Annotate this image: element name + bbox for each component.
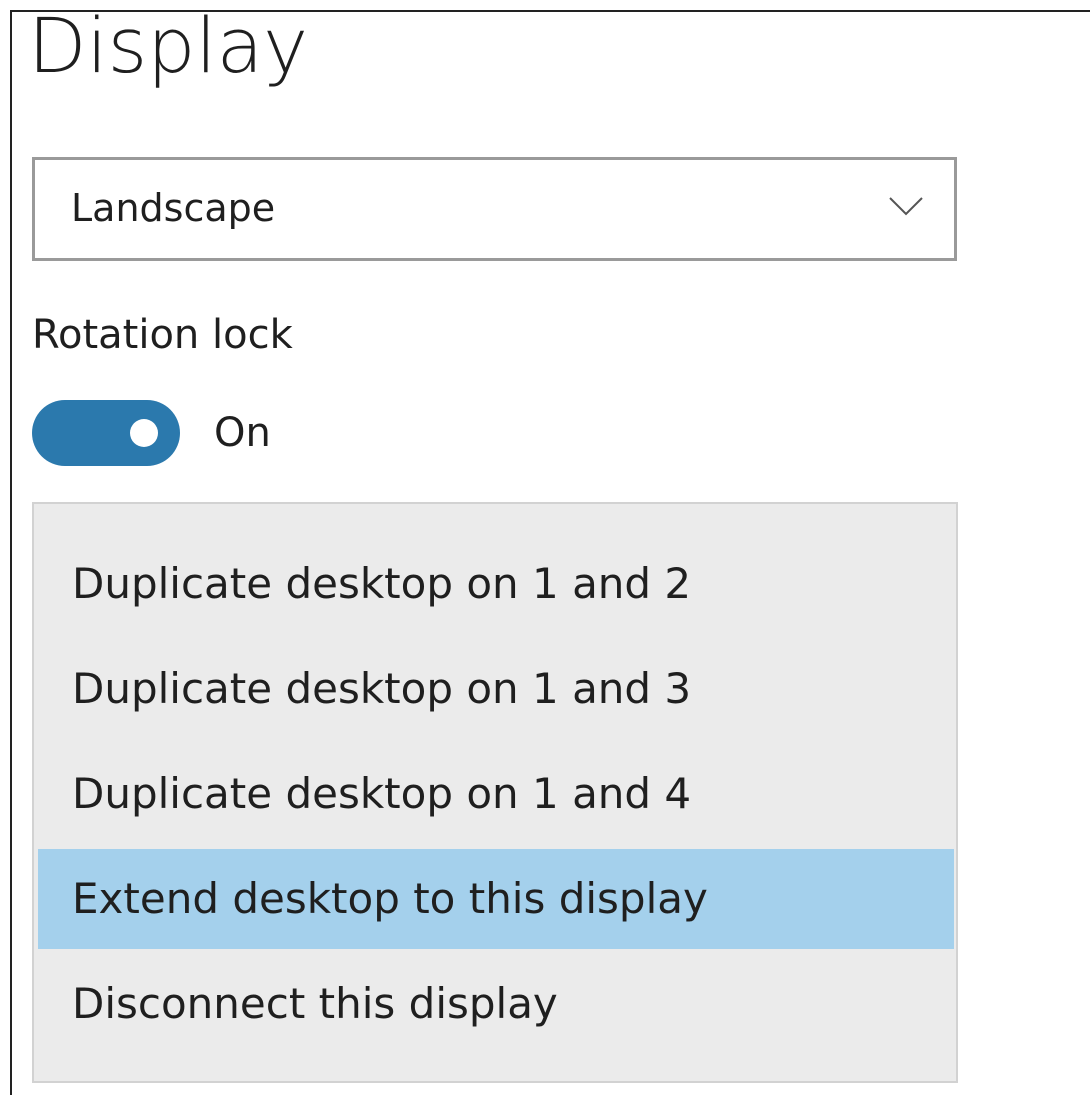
toggle-knob [130, 419, 158, 447]
display-mode-menu: Duplicate desktop on 1 and 2 Duplicate d… [32, 502, 958, 1083]
rotation-lock-toggle[interactable] [32, 400, 180, 466]
orientation-dropdown[interactable]: Landscape [32, 157, 957, 261]
menu-item-duplicate-1-2[interactable]: Duplicate desktop on 1 and 2 [38, 534, 954, 634]
menu-item-disconnect-display[interactable]: Disconnect this display [38, 954, 954, 1054]
chevron-down-icon [888, 194, 924, 218]
rotation-lock-state: On [214, 410, 271, 456]
page-title: Display [28, 1, 309, 90]
rotation-lock-label: Rotation lock [32, 312, 293, 358]
menu-item-duplicate-1-3[interactable]: Duplicate desktop on 1 and 3 [38, 639, 954, 739]
menu-item-extend-desktop[interactable]: Extend desktop to this display [38, 849, 954, 949]
orientation-selected-value: Landscape [71, 186, 276, 230]
menu-item-duplicate-1-4[interactable]: Duplicate desktop on 1 and 4 [38, 744, 954, 844]
